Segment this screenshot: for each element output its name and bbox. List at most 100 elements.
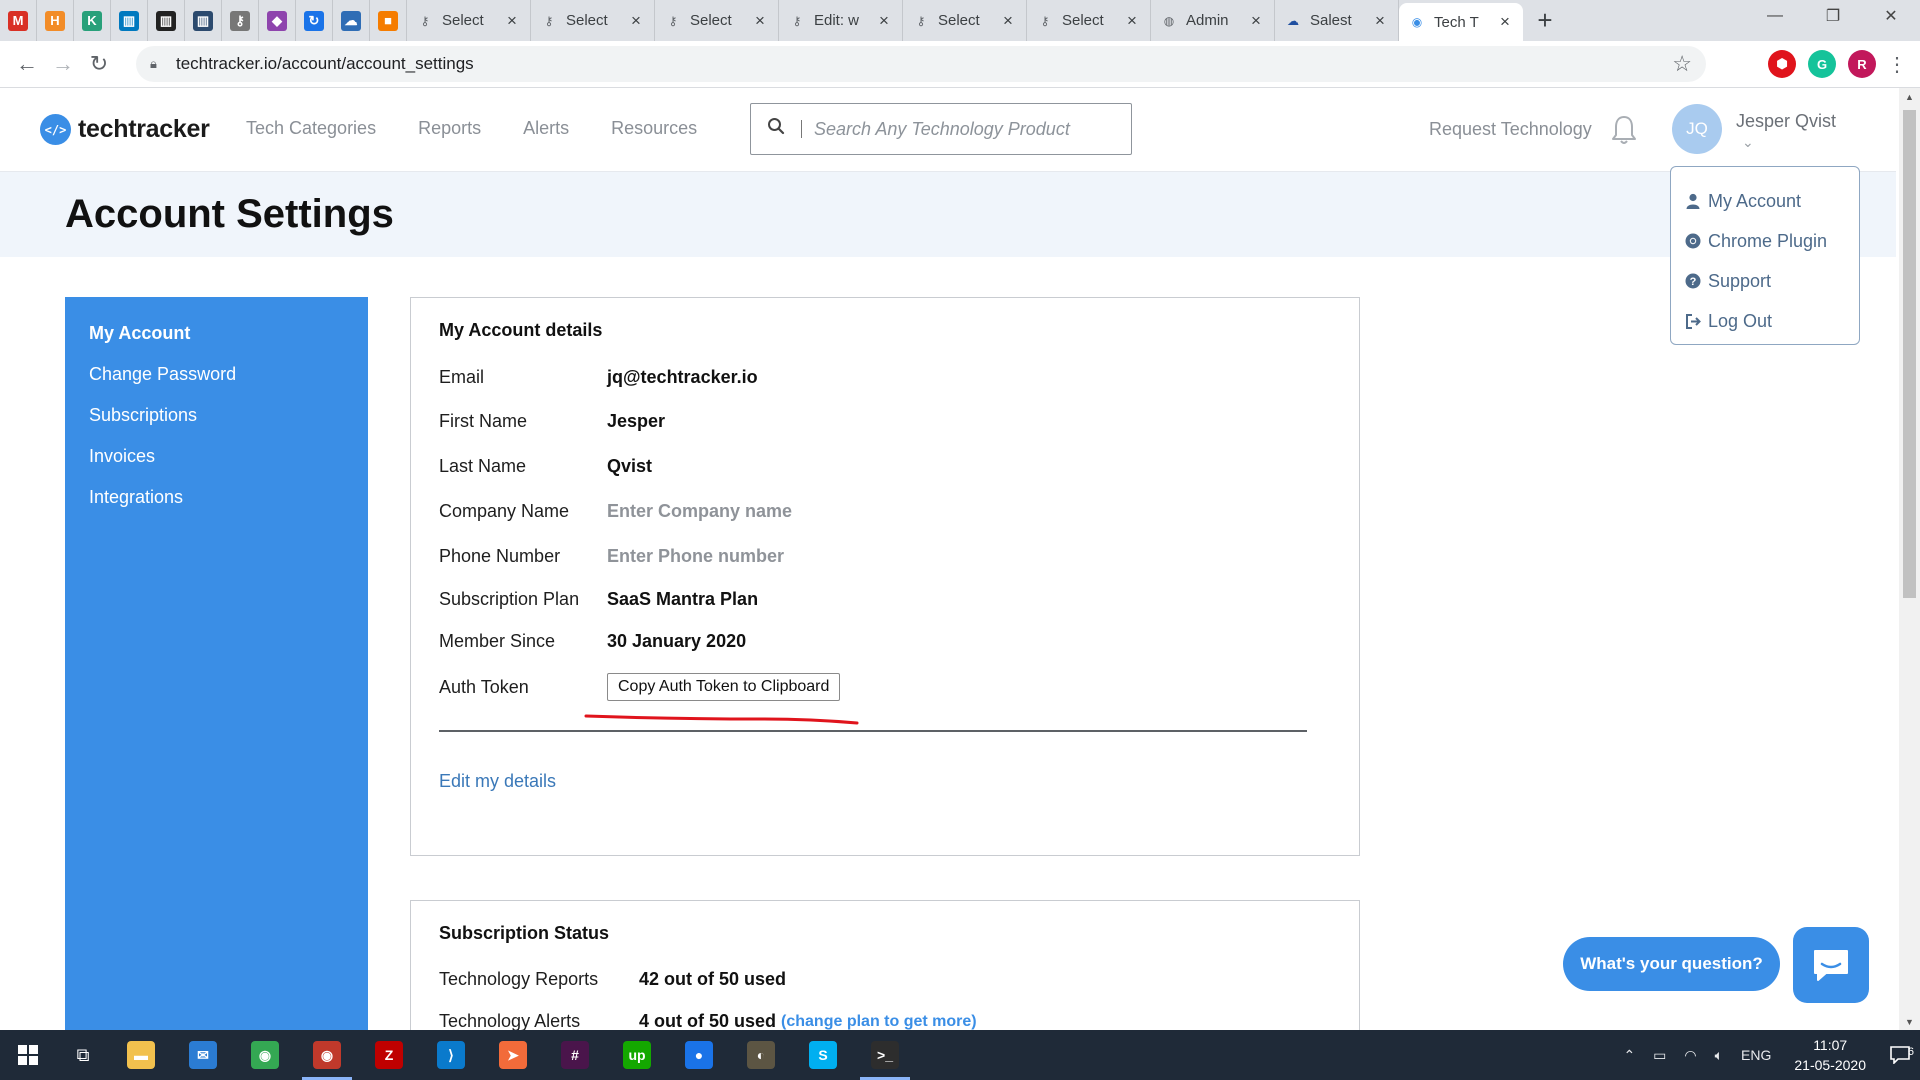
browser-menu-icon[interactable]: ⋮ (1882, 49, 1912, 79)
close-tab-icon[interactable]: × (752, 12, 768, 29)
techtracker-logo[interactable]: </> techtracker (40, 114, 210, 145)
close-tab-icon[interactable]: × (1124, 12, 1140, 29)
forward-button[interactable]: → (47, 48, 79, 80)
chat-launcher-button[interactable] (1793, 927, 1869, 1003)
restore-button[interactable]: ❐ (1804, 0, 1862, 32)
windows-start-button[interactable] (0, 1030, 56, 1080)
scrollbar-thumb[interactable] (1903, 110, 1916, 598)
pinned-tab[interactable]: ▥ (185, 0, 222, 41)
browser-tab[interactable]: ⚷ Select × (655, 0, 779, 41)
taskbar-app[interactable]: ✉ (172, 1030, 234, 1080)
reload-button[interactable]: ↻ (83, 48, 115, 80)
taskbar-app[interactable]: ➤ (482, 1030, 544, 1080)
battery-icon[interactable]: ▭ (1653, 1047, 1666, 1064)
close-tab-icon[interactable]: × (504, 12, 520, 29)
nav-alerts[interactable]: Alerts (523, 118, 569, 139)
task-view-button[interactable]: ⧉ (56, 1030, 110, 1080)
browser-tab[interactable]: ⚷ Select × (531, 0, 655, 41)
request-technology-link[interactable]: Request Technology (1429, 119, 1592, 140)
pinned-tab[interactable]: ↻ (296, 0, 333, 41)
user-avatar[interactable]: JQ (1672, 104, 1722, 154)
minimize-button[interactable]: — (1746, 0, 1804, 32)
company-field[interactable]: Enter Company name (607, 501, 792, 522)
close-tab-icon[interactable]: × (1497, 13, 1513, 30)
browser-tab[interactable]: ◉ Tech T × (1399, 3, 1523, 41)
upwork-icon: up (623, 1041, 651, 1069)
browser-tab[interactable]: ⚷ Select × (1027, 0, 1151, 41)
taskbar-app[interactable]: ● (668, 1030, 730, 1080)
bookmark-star-icon[interactable]: ☆ (1672, 51, 1692, 77)
dropdown-log-out[interactable]: Log Out (1671, 301, 1859, 341)
nav-reports[interactable]: Reports (418, 118, 481, 139)
sidebar-item-my-account[interactable]: My Account (65, 323, 368, 364)
scroll-up-arrow[interactable]: ▲ (1899, 88, 1920, 105)
sidebar-item-subscriptions[interactable]: Subscriptions (65, 405, 368, 446)
clock[interactable]: 11:07 21-05-2020 (1794, 1035, 1866, 1075)
pinned-tab[interactable]: M (0, 0, 37, 41)
chevron-up-icon[interactable]: ⌃ (1623, 1047, 1635, 1064)
taskbar-app[interactable]: # (544, 1030, 606, 1080)
sidebar-item-invoices[interactable]: Invoices (65, 446, 368, 487)
close-tab-icon[interactable]: × (1372, 12, 1388, 29)
pinned-tab[interactable]: ⚷ (222, 0, 259, 41)
taskbar-app[interactable]: ◉ (234, 1030, 296, 1080)
chevron-down-icon[interactable]: ⌄ (1742, 134, 1754, 151)
grammarly-extension-icon[interactable]: G (1808, 50, 1836, 78)
edit-details-link[interactable]: Edit my details (439, 771, 556, 792)
close-window-button[interactable]: ✕ (1862, 0, 1920, 32)
pinned-tab[interactable]: H (37, 0, 74, 41)
url-text[interactable]: techtracker.io/account/account_settings (176, 54, 474, 74)
pinned-tab[interactable]: ☁ (333, 0, 370, 41)
user-name[interactable]: Jesper Qvist (1736, 111, 1836, 132)
back-button[interactable]: ← (11, 48, 43, 80)
taskbar-app[interactable]: Z (358, 1030, 420, 1080)
nav-resources[interactable]: Resources (611, 118, 697, 139)
taskbar-app[interactable]: ◐ (730, 1030, 792, 1080)
address-bar[interactable]: 🔒︎ techtracker.io/account/account_settin… (136, 46, 1706, 82)
key-icon: ⚷ (916, 13, 926, 28)
close-tab-icon[interactable]: × (1248, 12, 1264, 29)
wifi-icon[interactable]: ◠ (1684, 1047, 1696, 1064)
taskbar-app[interactable]: S (792, 1030, 854, 1080)
browser-tab[interactable]: ⚷ Edit: w × (779, 0, 903, 41)
copy-auth-token-button[interactable]: Copy Auth Token to Clipboard (607, 673, 841, 701)
bell-icon[interactable] (1610, 114, 1638, 146)
language-indicator[interactable]: ENG (1741, 1047, 1771, 1063)
browser-tab[interactable]: ◍ Admin × (1151, 0, 1275, 41)
taskbar-app[interactable]: ◉ (296, 1030, 358, 1080)
new-tab-button[interactable]: + (1523, 0, 1567, 41)
close-tab-icon[interactable]: × (1000, 12, 1016, 29)
nav-tech-categories[interactable]: Tech Categories (246, 118, 376, 139)
phone-field[interactable]: Enter Phone number (607, 546, 784, 567)
dropdown-support[interactable]: ? Support (1671, 261, 1859, 301)
page-scrollbar[interactable]: ▲ ▼ (1899, 88, 1920, 1030)
change-plan-link[interactable]: (change plan to get more) (781, 1013, 977, 1031)
taskbar-app[interactable]: ⟩ (420, 1030, 482, 1080)
pinned-tab[interactable]: ▥ (111, 0, 148, 41)
search-input[interactable] (814, 118, 1114, 140)
dropdown-my-account[interactable]: My Account (1671, 181, 1859, 221)
volume-icon[interactable]: 🔈︎ (1715, 1047, 1723, 1064)
auth-token-label: Auth Token (439, 676, 529, 697)
sidebar-item-integrations[interactable]: Integrations (65, 487, 368, 528)
close-tab-icon[interactable]: × (876, 12, 892, 29)
pinned-tab[interactable]: ◆ (259, 0, 296, 41)
close-tab-icon[interactable]: × (628, 12, 644, 29)
pinned-tab[interactable]: ■ (370, 0, 407, 41)
pinned-tab[interactable]: K (74, 0, 111, 41)
browser-tab[interactable]: ☁ Salest × (1275, 0, 1399, 41)
dropdown-chrome-plugin[interactable]: Chrome Plugin (1671, 221, 1859, 261)
scroll-down-arrow[interactable]: ▼ (1899, 1013, 1920, 1030)
pinned-tab[interactable]: ▥ (148, 0, 185, 41)
taskbar-app[interactable]: >_ (854, 1030, 916, 1080)
taskbar-app[interactable]: ▬ (110, 1030, 172, 1080)
browser-tab[interactable]: ⚷ Select × (903, 0, 1027, 41)
profile-avatar-icon[interactable]: R (1848, 50, 1876, 78)
adblock-extension-icon[interactable]: ⬢ (1768, 50, 1796, 78)
taskbar-app[interactable]: up (606, 1030, 668, 1080)
reports-value: 42 out of 50 used (639, 969, 787, 989)
notification-center-button[interactable]: 6 (1880, 1046, 1920, 1064)
chat-prompt-bubble[interactable]: What's your question? (1563, 937, 1780, 991)
sidebar-item-change-password[interactable]: Change Password (65, 364, 368, 405)
browser-tab[interactable]: ⚷ Select × (407, 0, 531, 41)
